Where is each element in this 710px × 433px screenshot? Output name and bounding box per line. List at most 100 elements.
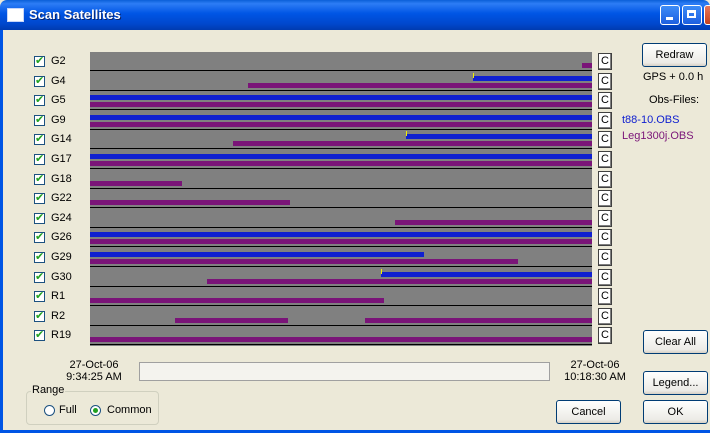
- satellite-checkbox[interactable]: ✔: [34, 93, 45, 106]
- satellite-checkbox[interactable]: ✔: [34, 328, 45, 341]
- check-mark-icon: ✔: [35, 191, 45, 204]
- cancel-button[interactable]: Cancel: [556, 400, 621, 424]
- coverage-bar-file1: [406, 134, 592, 139]
- minimize-button[interactable]: [660, 5, 680, 25]
- time-scrollbar[interactable]: [139, 362, 550, 381]
- obs-file-2: Leg1300j.OBS: [622, 130, 694, 142]
- range-group-label: Range: [31, 384, 66, 396]
- clear-row-button[interactable]: C: [598, 327, 612, 344]
- clear-all-button[interactable]: Clear All: [643, 330, 708, 354]
- range-common-radio[interactable]: [90, 405, 101, 416]
- maximize-icon: [687, 10, 696, 18]
- track-divider: [90, 148, 592, 149]
- coverage-track: [90, 130, 592, 149]
- satellite-checkbox[interactable]: ✔: [34, 250, 45, 263]
- check-mark-icon: ✔: [35, 113, 45, 126]
- track-divider: [90, 266, 592, 267]
- coverage-track: [90, 111, 592, 130]
- coverage-bar-file2: [90, 239, 592, 244]
- satellite-checkbox[interactable]: ✔: [34, 270, 45, 283]
- gps-offset-label: GPS + 0.0 h: [643, 71, 704, 83]
- range-full-label[interactable]: Full: [59, 404, 77, 416]
- satellite-checkbox[interactable]: ✔: [34, 113, 45, 126]
- satellite-checkbox[interactable]: ✔: [34, 289, 45, 302]
- clear-row-button[interactable]: C: [598, 229, 612, 246]
- coverage-track: [90, 228, 592, 247]
- coverage-track: [90, 248, 592, 267]
- clear-row-button[interactable]: C: [598, 92, 612, 109]
- satellite-name: G14: [51, 133, 72, 145]
- clear-row-button[interactable]: C: [598, 73, 612, 90]
- clear-row-button[interactable]: C: [598, 112, 612, 129]
- check-mark-icon: ✔: [35, 152, 45, 165]
- track-divider: [90, 168, 592, 169]
- clear-row-button[interactable]: C: [598, 190, 612, 207]
- satellite-name: G24: [51, 212, 72, 224]
- start-date: 27-Oct-06: [69, 359, 119, 371]
- satellite-name: R2: [51, 310, 66, 322]
- redraw-button[interactable]: Redraw: [642, 43, 707, 67]
- close-button[interactable]: ✕: [704, 5, 710, 25]
- coverage-bar-file1: [90, 252, 424, 257]
- satellite-checkbox[interactable]: ✔: [34, 172, 45, 185]
- window-border-left: [0, 30, 3, 433]
- range-full-radio[interactable]: [44, 405, 55, 416]
- satellite-name: G17: [51, 153, 72, 165]
- check-mark-icon: ✔: [35, 309, 45, 322]
- clear-row-button[interactable]: C: [598, 269, 612, 286]
- coverage-bar-file2: [90, 122, 592, 127]
- satellite-name: G26: [51, 231, 72, 243]
- ok-button[interactable]: OK: [643, 400, 708, 424]
- clear-row-button[interactable]: C: [598, 210, 612, 227]
- coverage-track: [90, 52, 592, 71]
- clear-row-button[interactable]: C: [598, 151, 612, 168]
- legend-button[interactable]: Legend...: [643, 371, 708, 395]
- coverage-bar-file2: [365, 318, 592, 323]
- clear-row-button[interactable]: C: [598, 131, 612, 148]
- satellite-checkbox[interactable]: ✔: [34, 191, 45, 204]
- coverage-bar-file2: [233, 141, 592, 146]
- track-divider: [90, 344, 592, 345]
- check-mark-icon: ✔: [35, 250, 45, 263]
- coverage-track: [90, 189, 592, 208]
- satellite-checkbox[interactable]: ✔: [34, 152, 45, 165]
- satellite-checkbox[interactable]: ✔: [34, 211, 45, 224]
- maximize-button[interactable]: [682, 5, 702, 25]
- app-icon: [7, 8, 24, 22]
- check-mark-icon: ✔: [35, 132, 45, 145]
- satellite-name: G9: [51, 114, 66, 126]
- satellite-checkbox[interactable]: ✔: [34, 230, 45, 243]
- satellite-checkbox[interactable]: ✔: [34, 74, 45, 87]
- satellite-name: R1: [51, 290, 66, 302]
- clear-row-button[interactable]: C: [598, 288, 612, 305]
- satellite-checkbox[interactable]: ✔: [34, 132, 45, 145]
- cycle-slip-tick: [473, 73, 474, 78]
- check-mark-icon: ✔: [35, 270, 45, 283]
- end-time-label: 27-Oct-06 10:18:30 AM: [555, 359, 635, 383]
- window-title: Scan Satellites: [29, 7, 121, 22]
- coverage-track: [90, 268, 592, 287]
- track-divider: [90, 109, 592, 110]
- obs-file-1: t88-10.OBS: [622, 114, 680, 126]
- clear-row-button[interactable]: C: [598, 249, 612, 266]
- satellite-checkbox[interactable]: ✔: [34, 54, 45, 67]
- end-time: 10:18:30 AM: [564, 371, 626, 383]
- range-common-label[interactable]: Common: [107, 404, 152, 416]
- coverage-bar-file2: [175, 318, 288, 323]
- clear-row-button[interactable]: C: [598, 53, 612, 70]
- coverage-bar-file2: [395, 220, 592, 225]
- title-bar[interactable]: Scan Satellites ✕: [0, 0, 710, 30]
- cycle-slip-tick: [406, 131, 407, 136]
- satellite-checkbox[interactable]: ✔: [34, 309, 45, 322]
- coverage-bar-file1: [90, 95, 592, 100]
- check-mark-icon: ✔: [35, 172, 45, 185]
- check-mark-icon: ✔: [35, 211, 45, 224]
- clear-row-button[interactable]: C: [598, 171, 612, 188]
- track-divider: [90, 207, 592, 208]
- track-divider: [90, 305, 592, 306]
- coverage-track: [90, 170, 592, 189]
- radio-selected-dot: [93, 408, 98, 413]
- check-mark-icon: ✔: [35, 54, 45, 67]
- clear-row-button[interactable]: C: [598, 308, 612, 325]
- coverage-bar-file1: [90, 154, 592, 159]
